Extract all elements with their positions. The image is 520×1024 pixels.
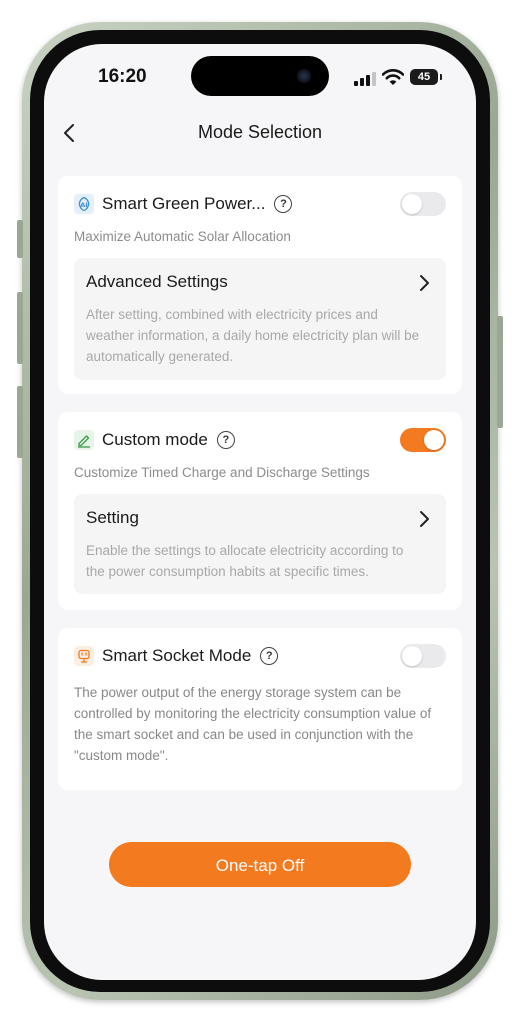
smart-socket-toggle[interactable] xyxy=(400,644,446,668)
custom-mode-toggle[interactable] xyxy=(400,428,446,452)
smart-green-power-title: Smart Green Power... xyxy=(102,194,266,213)
status-time: 16:20 xyxy=(98,66,147,87)
phone-volume-down-button xyxy=(17,386,23,458)
advanced-settings-description: After setting, combined with electricity… xyxy=(86,307,420,364)
question-circle-icon[interactable]: ? xyxy=(274,195,293,213)
smart-socket-description: The power output of the energy storage s… xyxy=(74,685,432,763)
app-screen: 16:20 45 Mode Selection AI Smart Green P… xyxy=(44,44,476,980)
ai-leaf-icon: AI xyxy=(74,194,94,214)
cellular-signal-icon xyxy=(354,72,376,86)
smart-green-power-header: AI Smart Green Power... ? xyxy=(74,192,293,216)
custom-mode-setting-row[interactable]: Setting Enable the settings to allocate … xyxy=(74,494,446,594)
custom-mode-subtitle: Customize Timed Charge and Discharge Set… xyxy=(74,465,370,480)
chevron-right-icon xyxy=(420,511,429,527)
custom-mode-setting-title: Setting xyxy=(86,508,139,527)
smart-green-power-subtitle: Maximize Automatic Solar Allocation xyxy=(74,229,291,244)
smart-socket-card: Smart Socket Mode ? The power output of … xyxy=(58,628,462,790)
one-tap-off-button[interactable]: One-tap Off xyxy=(109,842,411,887)
page-title: Mode Selection xyxy=(197,122,323,142)
custom-mode-title: Custom mode xyxy=(102,430,208,449)
battery-icon: 45 xyxy=(410,69,442,85)
smart-green-power-card: AI Smart Green Power... ? Maximize Autom… xyxy=(58,176,462,394)
advanced-settings-row[interactable]: Advanced Settings After setting, combine… xyxy=(74,258,446,380)
phone-action-button xyxy=(17,220,23,258)
advanced-settings-title: Advanced Settings xyxy=(86,272,228,291)
custom-mode-card: Custom mode ? Customize Timed Charge and… xyxy=(58,412,462,610)
smart-socket-header: Smart Socket Mode ? xyxy=(74,644,279,668)
question-circle-icon[interactable]: ? xyxy=(216,431,235,449)
dynamic-island xyxy=(191,56,329,96)
svg-text:AI: AI xyxy=(80,201,87,209)
custom-mode-setting-description: Enable the settings to allocate electric… xyxy=(86,543,404,579)
edit-pencil-icon xyxy=(74,430,94,450)
socket-plug-icon xyxy=(74,646,94,666)
smart-socket-title: Smart Socket Mode xyxy=(102,646,252,665)
toggle-knob xyxy=(402,194,422,214)
phone-power-button xyxy=(497,316,503,428)
toggle-knob xyxy=(424,430,444,450)
smart-green-power-toggle[interactable] xyxy=(400,192,446,216)
front-camera xyxy=(297,69,311,83)
wifi-icon xyxy=(382,69,404,85)
phone-volume-up-button xyxy=(17,292,23,364)
custom-mode-header: Custom mode ? xyxy=(74,428,235,452)
question-circle-icon[interactable]: ? xyxy=(260,647,279,665)
toggle-knob xyxy=(402,646,422,666)
chevron-right-icon xyxy=(420,275,429,291)
